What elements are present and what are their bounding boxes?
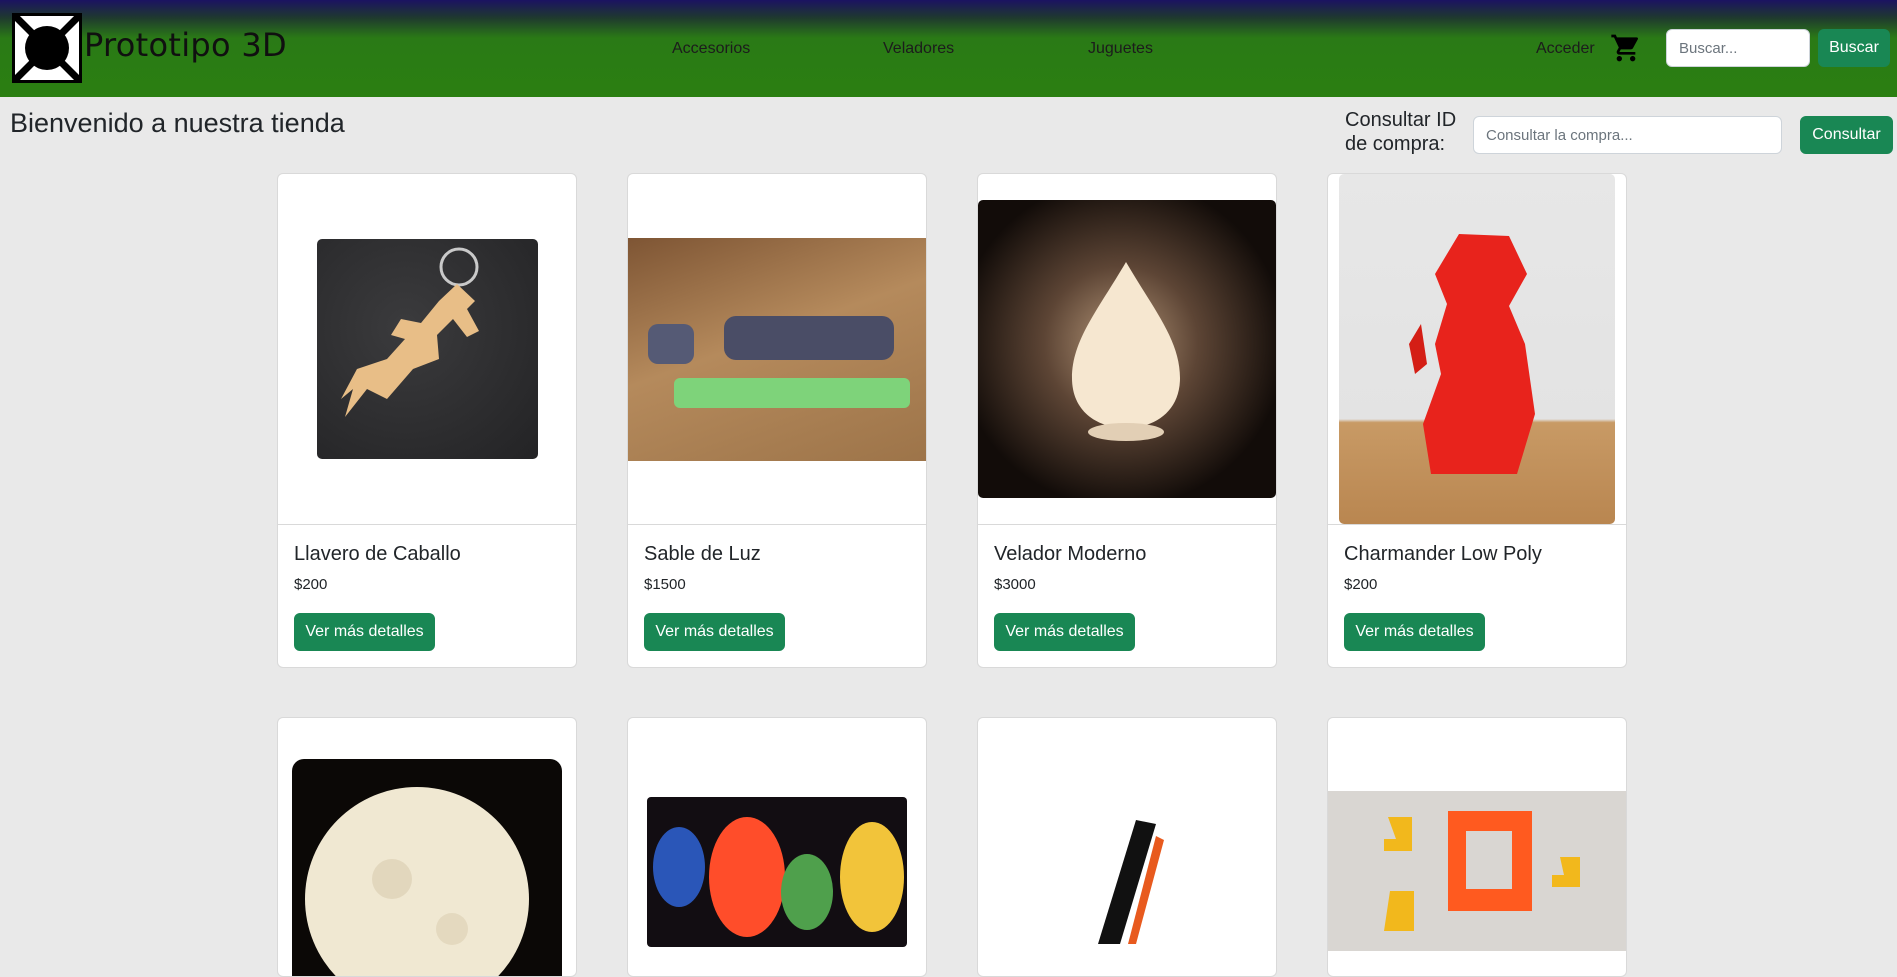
nav-link-juguetes[interactable]: Juguetes: [1088, 40, 1153, 58]
nav-link-veladores[interactable]: Veladores: [883, 40, 954, 58]
product-name: Sable de Luz: [644, 543, 761, 565]
logo-icon[interactable]: [12, 13, 82, 83]
drop-lamp-photo-icon[interactable]: [978, 200, 1276, 498]
cube-puzzle-photo-icon[interactable]: [1328, 791, 1626, 951]
lightsaber-photo-icon[interactable]: [628, 238, 926, 461]
search-button[interactable]: Buscar: [1818, 29, 1890, 67]
product-image-area: [628, 174, 926, 525]
product-card: Velador Moderno $3000 Ver más detalles: [977, 173, 1277, 668]
product-price: $200: [1344, 576, 1378, 593]
pokemon-lamps-photo-icon[interactable]: [647, 797, 907, 947]
nav-link-accesorios[interactable]: Accesorios: [672, 40, 750, 58]
brand-title[interactable]: Prototipo 3D: [84, 26, 287, 64]
product-image-area: [278, 174, 576, 525]
consult-button[interactable]: Consultar: [1800, 116, 1893, 154]
product-name: Velador Moderno: [994, 543, 1147, 565]
product-price: $200: [294, 576, 328, 593]
phone-stand-photo-icon[interactable]: [1058, 814, 1198, 944]
product-price: $1500: [644, 576, 686, 593]
login-link[interactable]: Acceder: [1536, 40, 1595, 58]
details-button[interactable]: Ver más detalles: [644, 613, 785, 651]
cart-icon[interactable]: [1610, 32, 1642, 64]
consult-purchase-input[interactable]: [1473, 116, 1782, 154]
consult-label-line2: de compra:: [1345, 133, 1446, 155]
details-button[interactable]: Ver más detalles: [1344, 613, 1485, 651]
product-card: Sable de Luz $1500 Ver más detalles: [627, 173, 927, 668]
consult-label-line1: Consultar ID: [1345, 109, 1457, 131]
product-name: Charmander Low Poly: [1344, 543, 1542, 565]
details-button[interactable]: Ver más detalles: [994, 613, 1135, 651]
product-price: $3000: [994, 576, 1036, 593]
search-input[interactable]: [1666, 29, 1810, 67]
consult-label: Consultar ID de compra:: [1345, 108, 1465, 156]
product-card: Llavero de Caballo $200 Ver más detalles: [277, 173, 577, 668]
product-card: [1327, 717, 1627, 977]
moon-lamp-photo-icon[interactable]: [292, 759, 562, 976]
product-card: [627, 717, 927, 977]
welcome-heading: Bienvenido a nuestra tienda: [10, 108, 345, 138]
top-navbar: Prototipo 3D Accesorios Veladores Juguet…: [0, 0, 1897, 97]
product-name: Llavero de Caballo: [294, 543, 461, 565]
details-button[interactable]: Ver más detalles: [294, 613, 435, 651]
horse-keychain-photo-icon[interactable]: [317, 239, 538, 459]
product-card: Charmander Low Poly $200 Ver más detalle…: [1327, 173, 1627, 668]
charmander-photo-icon[interactable]: [1339, 174, 1615, 524]
product-image-area: [1328, 174, 1626, 525]
product-card: [277, 717, 577, 977]
product-card: [977, 717, 1277, 977]
product-image-area: [978, 174, 1276, 525]
